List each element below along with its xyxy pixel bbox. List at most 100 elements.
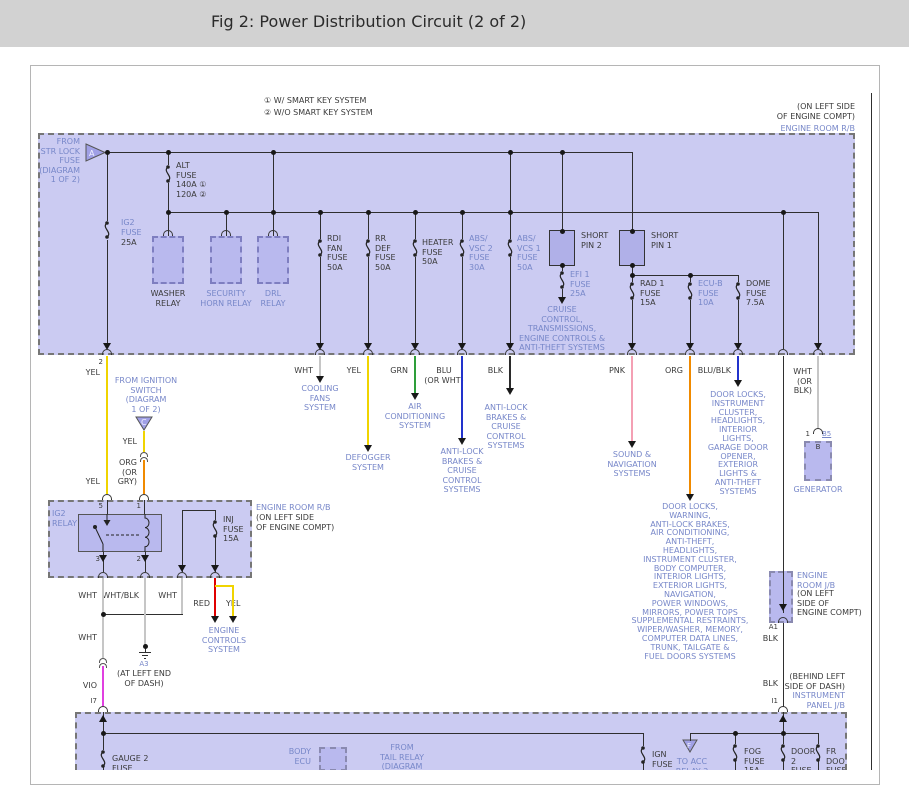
fuse-icon — [729, 743, 741, 767]
door-locks-dest: DOOR LOCKS, INSTRUMENT CLUSTER, HEADLIGH… — [708, 391, 768, 497]
junction-dot — [318, 210, 323, 215]
abs-vcs1-fuse-label: ABS/ VCS 1 FUSE 50A — [517, 234, 541, 272]
flow-arrow-down-icon — [628, 441, 636, 448]
junction-dot — [560, 263, 565, 268]
flow-arrow-up-icon — [99, 715, 107, 722]
wire-line — [107, 240, 108, 344]
flow-arrow-down-icon — [211, 616, 219, 623]
generator-box-b: B — [816, 443, 821, 451]
diagram-canvas: ① W/ SMART KEY SYSTEM ② W/O SMART KEY SY… — [30, 65, 880, 785]
from-tail-relay-label: FROM TAIL RELAY (DIAGRAM 1 OF 2) — [380, 743, 424, 770]
pin-connector-icon — [210, 572, 220, 578]
ig2-relay-label: IG2 RELAY — [52, 509, 77, 528]
rr-def-fuse-label: RR DEF FUSE 50A — [375, 234, 396, 272]
flow-arrow-down-icon — [211, 565, 219, 572]
colored-wire — [509, 356, 511, 388]
colored-wire — [102, 578, 104, 614]
wire-line — [818, 212, 819, 349]
bus-line — [168, 212, 818, 213]
blk-wire-label: BLK — [488, 366, 503, 376]
flow-arrow-down-icon — [458, 438, 466, 445]
colored-wire — [689, 356, 691, 494]
pin-connector-icon — [778, 349, 788, 355]
fuse-icon — [101, 220, 113, 244]
colored-wire — [143, 431, 145, 452]
junction-dot — [688, 273, 693, 278]
wire-line — [562, 152, 563, 230]
junction-dot — [560, 150, 565, 155]
legend-smart-key: ① W/ SMART KEY SYSTEM — [264, 96, 366, 106]
yel-wire-label-2: YEL — [86, 477, 100, 487]
wire-line — [510, 257, 511, 344]
short-pin1-box — [619, 230, 645, 266]
fuse-icon — [556, 270, 568, 294]
bus-line — [632, 275, 738, 276]
dome-fuse-label: DOME FUSE 7.5A — [746, 279, 770, 308]
wht-label-3: WHT — [78, 633, 97, 643]
fuse-icon — [626, 281, 638, 305]
fr-door-fuse-label: FR DOOR FUSE — [826, 747, 847, 770]
pin-connector-icon — [221, 230, 231, 236]
colored-wire — [737, 356, 739, 380]
washer-relay-box — [152, 236, 184, 284]
junction-dot — [781, 731, 786, 736]
alt-fuse-amps: 140A ① 120A ② — [176, 180, 206, 199]
junction-dot — [781, 210, 786, 215]
cooling-fans-dest: COOLING FANS SYSTEM — [301, 384, 338, 413]
antilock-cruise-dest-2: ANTI-LOCK BRAKES & CRUISE CONTROL SYSTEM… — [485, 403, 528, 451]
junction-dot — [224, 210, 229, 215]
fuse-icon — [362, 238, 374, 262]
pin-connector-icon — [778, 617, 788, 623]
pin-connector-icon — [410, 349, 420, 355]
junction-dot — [630, 263, 635, 268]
pin-connector-icon — [139, 494, 149, 500]
junction-dot — [460, 210, 465, 215]
svg-text:A: A — [89, 149, 95, 158]
junction-dot — [560, 229, 565, 234]
wire-line — [415, 257, 416, 344]
junction-dot — [733, 731, 738, 736]
wire-line — [783, 212, 784, 349]
flow-arrow-down-icon — [141, 555, 149, 562]
fuse-icon — [637, 745, 649, 769]
antilock-cruise-dest-1: ANTI-LOCK BRAKES & CRUISE CONTROL SYSTEM… — [441, 447, 484, 495]
colored-wire — [461, 356, 463, 438]
triangle-f-icon: F — [682, 739, 698, 753]
fuse-icon — [504, 238, 516, 262]
flow-arrow-down-icon — [364, 445, 372, 452]
colored-wire — [106, 356, 108, 494]
fuse-icon — [456, 238, 468, 262]
colored-wire — [144, 578, 146, 646]
pin-connector-icon — [457, 349, 467, 355]
pin-i1-label: I1 — [771, 697, 778, 705]
fuse-icon — [314, 238, 326, 262]
ig2-fuse-amp: 25A — [121, 238, 137, 248]
fuse-icon — [97, 749, 109, 773]
wire-line — [738, 300, 739, 344]
red-wire-label: RED — [193, 599, 210, 609]
flow-arrow-down-icon — [779, 604, 787, 611]
colored-wire — [232, 585, 234, 616]
junction-dot — [271, 150, 276, 155]
ign-org-label: ORG (OR GRY) — [118, 458, 137, 487]
svg-text:C: C — [141, 418, 147, 427]
pin-connector-icon — [163, 230, 173, 236]
generator-label: GENERATOR — [793, 485, 842, 495]
security-horn-relay-box — [210, 236, 242, 284]
bus-line — [142, 655, 148, 656]
power-distribution-diagram: Fig 2: Power Distribution Circuit (2 of … — [0, 0, 909, 802]
svg-text:F: F — [687, 742, 691, 750]
junction-dot — [366, 210, 371, 215]
generator-terminal-b5[interactable]: B5 — [822, 430, 831, 438]
engine-room-jb-name: ENGINE ROOM J/B — [797, 571, 835, 590]
org-wire-label: ORG — [665, 366, 683, 376]
pin-connector-icon — [315, 349, 325, 355]
wire-line — [368, 257, 369, 344]
engine-room-rb-location: (ON LEFT SIDE OF ENGINE COMPT) — [777, 102, 855, 121]
to-acc-relay-label: TO ACC RELAY 2 — [676, 757, 709, 770]
exit-pin-2: 2 — [99, 358, 103, 366]
junction-dot — [143, 644, 148, 649]
ground-a3-label: A3 — [139, 660, 148, 668]
flow-arrow-down-icon — [229, 616, 237, 623]
fuse-icon — [162, 164, 174, 188]
